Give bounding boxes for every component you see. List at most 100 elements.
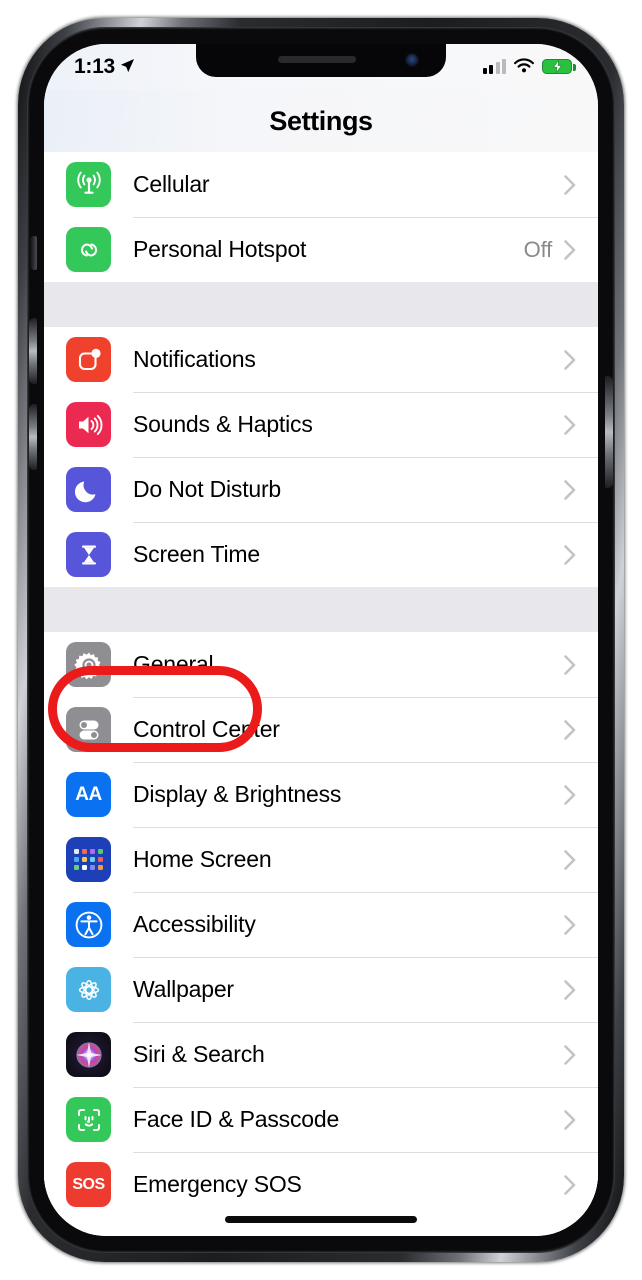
chevron-right-icon: [564, 1174, 576, 1195]
settings-row-label: Notifications: [133, 346, 256, 372]
settings-row-notifications[interactable]: Notifications: [44, 327, 598, 392]
face-id-icon: [66, 1097, 111, 1142]
settings-row-label: Do Not Disturb: [133, 476, 282, 502]
settings-row-accessory: [552, 719, 576, 740]
speaker-waves-icon: [66, 402, 111, 447]
volume-down-button[interactable]: [29, 404, 37, 470]
settings-row-label: Accessibility: [133, 911, 256, 937]
settings-row-wallpaper[interactable]: Wallpaper: [44, 957, 598, 1022]
settings-row-accessory: [552, 1044, 576, 1065]
settings-group-alerts: Notifications Sounds & Haptics Do Not Di…: [44, 327, 598, 587]
battery-charging-icon: [542, 58, 576, 74]
chevron-right-icon: [564, 544, 576, 565]
phone-screen: 1:13 Settings Cellular Personal Hotspot …: [44, 44, 598, 1236]
settings-row-accessibility[interactable]: Accessibility: [44, 892, 598, 957]
settings-row-accessory: [552, 654, 576, 675]
settings-row-label: Emergency SOS: [133, 1171, 302, 1197]
mute-switch-button[interactable]: [30, 236, 37, 270]
status-bar-clock: 1:13: [74, 55, 115, 78]
settings-row-label: Display & Brightness: [133, 781, 342, 807]
notifications-badge-icon: [66, 337, 111, 382]
aa-glyph: AA: [75, 783, 102, 805]
settings-row-accessory: Off: [524, 237, 576, 263]
location-arrow-icon: [120, 58, 134, 73]
page-title: Settings: [269, 105, 373, 136]
settings-row-accessory: [552, 1109, 576, 1130]
settings-row-cellular[interactable]: Cellular: [44, 152, 598, 217]
earpiece-speaker: [278, 56, 357, 63]
crescent-moon-icon: [66, 467, 111, 512]
settings-row-siri-search[interactable]: Siri & Search: [44, 1022, 598, 1087]
chevron-right-icon: [564, 174, 576, 195]
settings-row-label: General: [133, 651, 214, 677]
settings-row-label: Screen Time: [133, 541, 260, 567]
settings-row-accessory: [552, 914, 576, 935]
wifi-icon: [514, 58, 534, 73]
settings-group-connectivity: Cellular Personal Hotspot Off: [44, 152, 598, 282]
settings-group-system: General Control Center AA Display & Brig…: [44, 632, 598, 1217]
status-bar-right: [482, 58, 576, 74]
hotspot-link-icon: [66, 227, 111, 272]
settings-row-personal-hotspot[interactable]: Personal Hotspot Off: [44, 217, 598, 282]
chevron-right-icon: [564, 784, 576, 805]
volume-up-button[interactable]: [29, 318, 37, 384]
settings-row-label: Siri & Search: [133, 1041, 265, 1067]
device-notch: [196, 44, 446, 77]
phone-device-frame: 1:13 Settings Cellular Personal Hotspot …: [18, 18, 624, 1262]
front-camera: [406, 54, 418, 66]
app-grid-icon: [66, 837, 111, 882]
settings-row-label: Control Center: [133, 716, 280, 742]
home-indicator[interactable]: [225, 1216, 417, 1223]
charging-bolt-icon: [552, 59, 562, 73]
settings-row-do-not-disturb[interactable]: Do Not Disturb: [44, 457, 598, 522]
chevron-right-icon: [564, 349, 576, 370]
chevron-right-icon: [564, 849, 576, 870]
text-size-aa-icon: AA: [66, 772, 111, 817]
status-bar-left: 1:13: [74, 55, 135, 79]
siri-orb-icon: [66, 1032, 111, 1077]
navigation-header: Settings: [44, 90, 598, 152]
hourglass-icon: [66, 532, 111, 577]
settings-row-emergency-sos[interactable]: SOS Emergency SOS: [44, 1152, 598, 1217]
toggles-icon: [66, 707, 111, 752]
settings-group-separator: [44, 282, 598, 327]
chevron-right-icon: [564, 1109, 576, 1130]
chevron-right-icon: [564, 914, 576, 935]
settings-row-face-id-passcode[interactable]: Face ID & Passcode: [44, 1087, 598, 1152]
settings-list[interactable]: Cellular Personal Hotspot Off Notificati…: [44, 152, 598, 1236]
settings-row-general[interactable]: General: [44, 632, 598, 697]
settings-row-accessory: [552, 174, 576, 195]
settings-row-accessory: [552, 349, 576, 370]
settings-row-accessory: [552, 849, 576, 870]
settings-row-label: Personal Hotspot: [133, 236, 307, 262]
sos-icon: SOS: [66, 1162, 111, 1207]
chevron-right-icon: [564, 719, 576, 740]
flower-icon: [66, 967, 111, 1012]
settings-row-accessory: [552, 414, 576, 435]
settings-row-label: Face ID & Passcode: [133, 1106, 340, 1132]
settings-row-sounds-haptics[interactable]: Sounds & Haptics: [44, 392, 598, 457]
chevron-right-icon: [564, 239, 576, 260]
settings-row-accessory: [552, 544, 576, 565]
sos-glyph: SOS: [72, 1175, 105, 1193]
settings-row-accessory: [552, 479, 576, 500]
gear-icon: [66, 642, 111, 687]
settings-row-screen-time[interactable]: Screen Time: [44, 522, 598, 587]
app-grid-squares: [73, 848, 104, 871]
settings-row-accessory: [552, 784, 576, 805]
settings-row-value: Off: [523, 236, 553, 262]
power-button[interactable]: [605, 376, 613, 488]
settings-row-label: Home Screen: [133, 846, 272, 872]
settings-row-accessory: [552, 979, 576, 1000]
cellular-signal-icon: [482, 58, 506, 74]
chevron-right-icon: [564, 654, 576, 675]
settings-row-label: Cellular: [133, 171, 210, 197]
settings-row-control-center[interactable]: Control Center: [44, 697, 598, 762]
settings-row-home-screen[interactable]: Home Screen: [44, 827, 598, 892]
settings-row-label: Wallpaper: [133, 976, 234, 1002]
chevron-right-icon: [564, 479, 576, 500]
settings-row-accessory: [552, 1174, 576, 1195]
settings-row-display-brightness[interactable]: AA Display & Brightness: [44, 762, 598, 827]
accessibility-icon: [66, 902, 111, 947]
chevron-right-icon: [564, 1044, 576, 1065]
